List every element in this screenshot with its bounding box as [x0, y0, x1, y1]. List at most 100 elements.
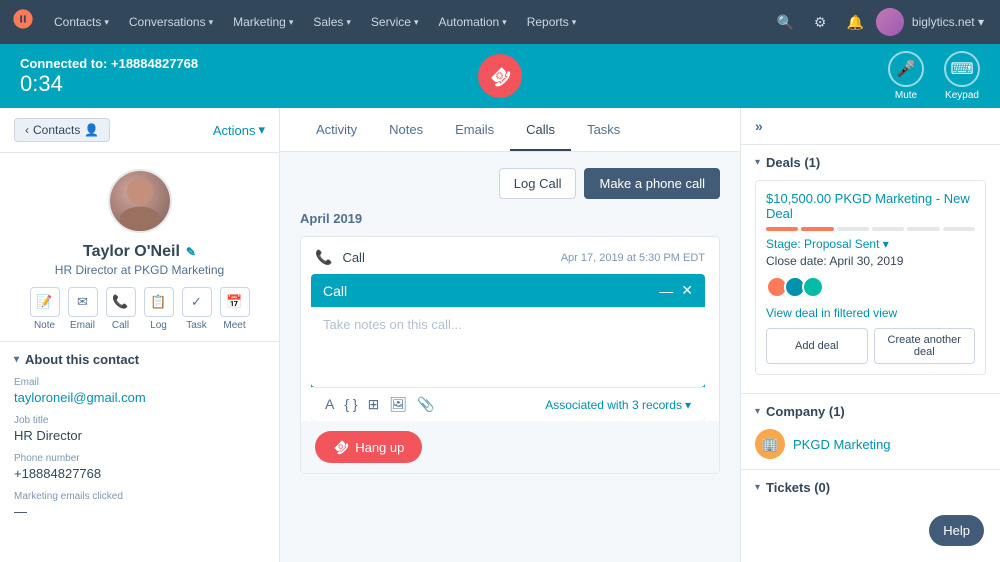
deals-section-header[interactable]: ▾ Deals (1)	[755, 155, 986, 170]
create-deal-button[interactable]: Create another deal	[874, 328, 976, 364]
nav-marketing[interactable]: Marketing ▾	[225, 9, 301, 35]
hang-up-button[interactable]: ☎ Hang up	[315, 431, 422, 463]
nav-sales[interactable]: Sales ▾	[305, 9, 359, 35]
account-name[interactable]: biglytics.net ▾	[908, 9, 988, 35]
tabs-bar: Activity Notes Emails Calls Tasks	[280, 108, 740, 152]
call-activity-icon: 📞	[315, 249, 332, 266]
chevron-down-icon: ▾	[104, 17, 109, 28]
tickets-section: ▾ Tickets (0)	[741, 470, 1000, 515]
nav-contacts[interactable]: Contacts ▾	[46, 9, 117, 35]
company-name[interactable]: PKGD Marketing	[793, 437, 891, 452]
expand-icon[interactable]: »	[755, 118, 763, 134]
log-action-button[interactable]: 📋 Log	[144, 287, 174, 331]
task-action-button[interactable]: ✓ Task	[182, 287, 212, 331]
tab-notes[interactable]: Notes	[373, 110, 439, 151]
search-icon[interactable]: 🔍	[768, 8, 801, 37]
table-icon[interactable]: ⊞	[368, 396, 380, 413]
activity-header: 📞 Call Apr 17, 2019 at 5:30 PM EDT	[301, 237, 719, 274]
make-phone-call-button[interactable]: Make a phone call	[584, 168, 720, 199]
chevron-down-icon: ▾	[209, 17, 214, 28]
tickets-section-header[interactable]: ▾ Tickets (0)	[755, 480, 986, 495]
back-to-contacts-button[interactable]: ‹ Contacts 👤	[14, 118, 110, 142]
call-controls: 🎤 Mute ⌨ Keypad	[888, 51, 980, 101]
meet-icon: 📅	[220, 287, 250, 317]
call-action-button[interactable]: 📞 Call	[106, 287, 136, 331]
chevron-down-icon: ▾	[346, 17, 351, 28]
section-date: April 2019	[300, 211, 720, 226]
keypad-icon: ⌨	[944, 51, 980, 87]
contact-avatar	[108, 169, 172, 233]
about-header[interactable]: ▾ About this contact	[14, 352, 265, 367]
deal-stage-value[interactable]: Proposal Sent ▾	[804, 237, 889, 251]
chevron-down-icon: ▾	[572, 17, 577, 28]
contact-title: HR Director at PKGD Marketing	[55, 263, 224, 277]
associated-records-link[interactable]: Associated with 3 records ▾	[545, 398, 691, 412]
contact-profile: Taylor O'Neil ✎ HR Director at PKGD Mark…	[0, 153, 279, 342]
text-format-icon[interactable]: A	[325, 396, 334, 413]
progress-step-5	[907, 227, 939, 231]
deal-close-date: Close date: April 30, 2019	[766, 254, 975, 268]
mute-button[interactable]: 🎤 Mute	[888, 51, 924, 101]
help-button[interactable]: Help	[929, 515, 984, 546]
note-action-button[interactable]: 📝 Note	[30, 287, 60, 331]
job-title-field: Job title HR Director	[14, 415, 265, 443]
nav-conversations[interactable]: Conversations ▾	[121, 9, 221, 35]
deal-buttons: Add deal Create another deal	[766, 328, 975, 364]
deal-name[interactable]: $10,500.00 PKGD Marketing - New Deal	[766, 191, 975, 221]
chevron-down-icon: ▾	[14, 354, 19, 365]
contact-name: Taylor O'Neil ✎	[83, 243, 196, 261]
marketing-emails-field: Marketing emails clicked —	[14, 491, 265, 519]
tab-tasks[interactable]: Tasks	[571, 110, 636, 151]
minimize-button[interactable]: —	[659, 282, 673, 299]
phone-end-icon: ☎	[485, 61, 516, 92]
deal-stage: Stage: Proposal Sent ▾	[766, 237, 975, 251]
content-area: Log Call Make a phone call April 2019 📞 …	[280, 152, 740, 562]
company-section-header[interactable]: ▾ Company (1)	[755, 404, 986, 419]
user-avatar[interactable]	[876, 8, 904, 36]
progress-step-2	[801, 227, 833, 231]
settings-icon[interactable]: ⚙	[806, 8, 835, 37]
call-end-button[interactable]: ☎	[478, 54, 522, 98]
log-call-button[interactable]: Log Call	[499, 168, 577, 199]
center-content: Activity Notes Emails Calls Tasks Log Ca…	[280, 108, 740, 562]
chevron-down-icon: ▾	[289, 17, 294, 28]
call-info: Connected to: +18884827768 0:34	[20, 56, 198, 97]
chevron-down-icon: ▾	[755, 406, 760, 417]
attachment-icon[interactable]: 📎	[417, 396, 434, 413]
progress-step-6	[943, 227, 975, 231]
call-bar: Connected to: +18884827768 0:34 ☎ 🎤 Mute…	[0, 44, 1000, 108]
progress-step-3	[837, 227, 869, 231]
hubspot-logo[interactable]	[12, 8, 34, 36]
tab-activity[interactable]: Activity	[300, 110, 373, 151]
mute-icon: 🎤	[888, 51, 924, 87]
nav-automation[interactable]: Automation ▾	[430, 9, 514, 35]
email-field: Email tayloroneil@gmail.com	[14, 377, 265, 405]
company-icon: 🏢	[755, 429, 785, 459]
sidebar-header: ‹ Contacts 👤 Actions ▾	[0, 108, 279, 153]
call-connected-label: Connected to: +18884827768	[20, 56, 198, 71]
add-deal-button[interactable]: Add deal	[766, 328, 868, 364]
activity-card: 📞 Call Apr 17, 2019 at 5:30 PM EDT Call …	[300, 236, 720, 474]
email-icon: ✉	[68, 287, 98, 317]
meet-action-button[interactable]: 📅 Meet	[220, 287, 250, 331]
edit-icon[interactable]: ✎	[186, 245, 196, 259]
call-popup-body: Take notes on this call...	[311, 307, 705, 387]
nav-service[interactable]: Service ▾	[363, 9, 427, 35]
toolbar-icons: A { } ⊞ 🖼 📎	[325, 396, 435, 413]
task-icon: ✓	[182, 287, 212, 317]
email-action-button[interactable]: ✉ Email	[68, 287, 98, 331]
call-notes-input[interactable]: Take notes on this call...	[323, 317, 693, 332]
snippet-icon[interactable]: { }	[344, 396, 357, 413]
image-icon[interactable]: 🖼	[389, 396, 407, 413]
tab-calls[interactable]: Calls	[510, 110, 571, 151]
avatar-image	[110, 171, 170, 231]
progress-step-4	[872, 227, 904, 231]
actions-button[interactable]: Actions ▾	[213, 122, 265, 138]
keypad-button[interactable]: ⌨ Keypad	[944, 51, 980, 101]
nav-reports[interactable]: Reports ▾	[519, 9, 585, 35]
close-button[interactable]: ✕	[681, 282, 693, 299]
tab-emails[interactable]: Emails	[439, 110, 510, 151]
phone-end-icon: ☎	[330, 436, 353, 459]
view-deal-link[interactable]: View deal in filtered view	[766, 306, 975, 320]
notifications-icon[interactable]: 🔔	[838, 8, 871, 37]
